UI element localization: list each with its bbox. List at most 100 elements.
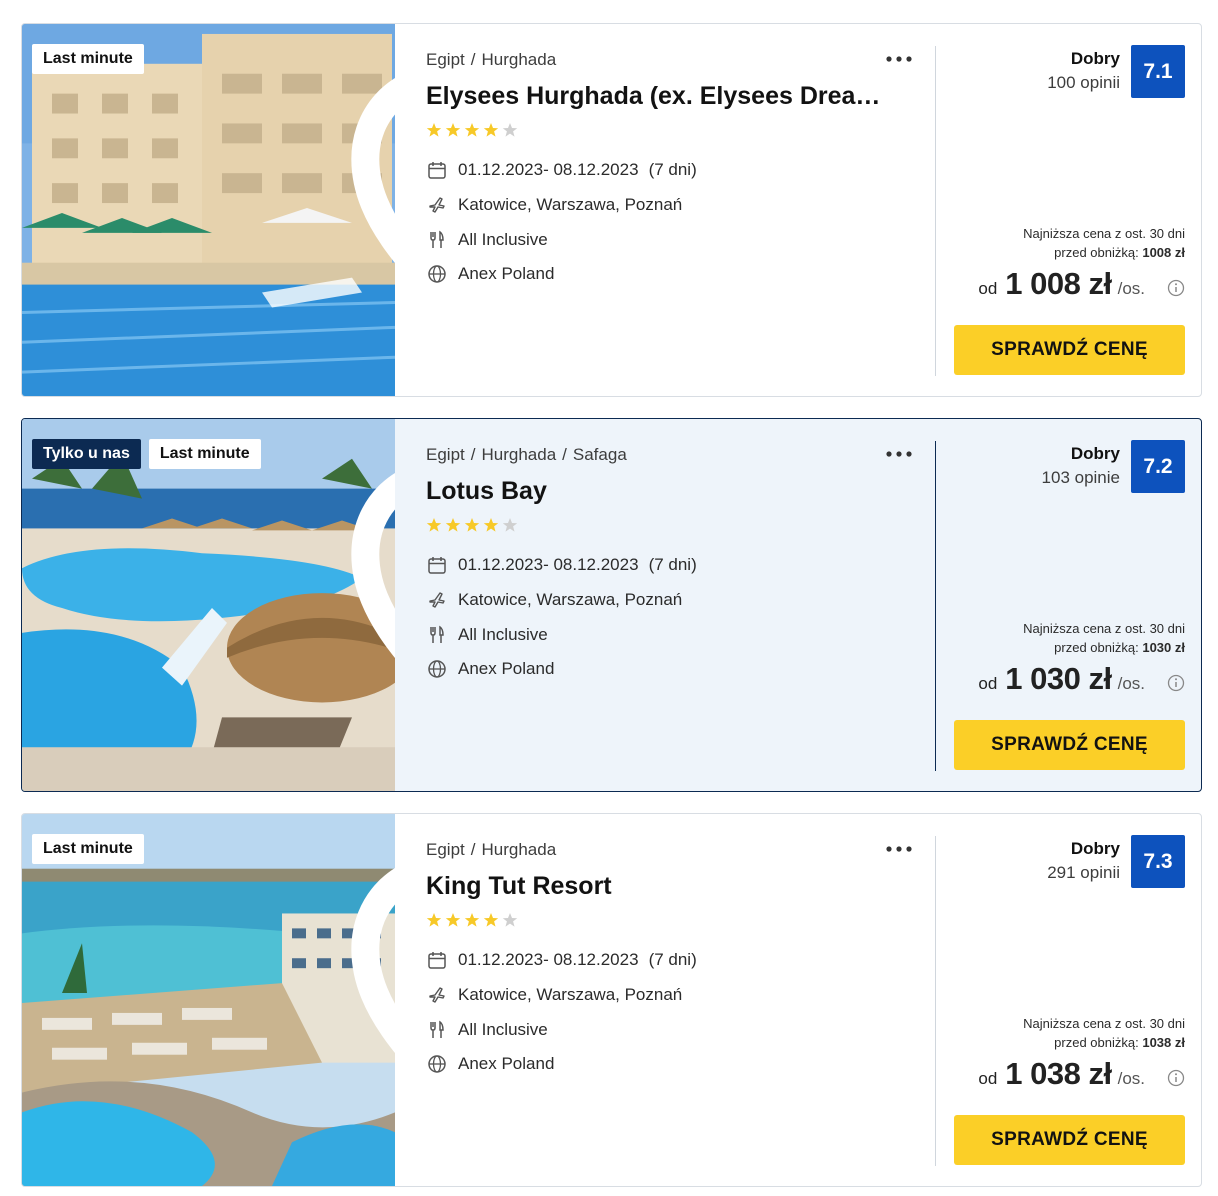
hotel-name[interactable]: Lotus Bay: [426, 477, 886, 506]
score-badge: 7.2: [1131, 440, 1185, 493]
departures-row: Katowice, Warszawa, Poznań: [426, 983, 682, 1007]
star-filled-icon: [426, 123, 442, 137]
hotel-photo[interactable]: Tylko u nas Last minute: [22, 419, 395, 791]
breadcrumb-country[interactable]: Egipt: [426, 50, 465, 69]
operator-row: Anex Poland: [426, 1052, 554, 1076]
rating[interactable]: Dobry 100 opinii 7.1: [1047, 45, 1185, 98]
hotel-name[interactable]: King Tut Resort: [426, 872, 886, 901]
lowest-price-value: 1038 zł: [1142, 1035, 1185, 1050]
duration-text: (7 dni): [648, 555, 697, 574]
star-filled-icon: [445, 518, 461, 532]
hotel-photo[interactable]: Last minute: [22, 24, 395, 396]
cutlery-icon: [426, 624, 448, 646]
lowest-price-note: Najniższa cena z ost. 30 dni przed obniż…: [1023, 1014, 1185, 1052]
badge-last-minute: Last minute: [32, 834, 144, 864]
price-prefix: od: [978, 1069, 998, 1088]
star-filled-icon: [464, 518, 480, 532]
lowest-price-note: Najniższa cena z ost. 30 dni przed obniż…: [1023, 224, 1185, 262]
lowest-price-value: 1030 zł: [1142, 640, 1185, 655]
star-filled-icon: [464, 123, 480, 137]
lowest-price-line: Najniższa cena z ost. 30 dni: [1023, 226, 1185, 241]
operator-row: Anex Poland: [426, 657, 554, 681]
star-filled-icon: [445, 913, 461, 927]
heart-icon[interactable]: [342, 43, 395, 396]
dates-row: 01.12.2023- 08.12.2023 (7 dni): [426, 948, 697, 972]
lowest-price-prefix: przed obniżką:: [1054, 640, 1139, 655]
info-icon[interactable]: [1167, 279, 1185, 297]
departures-text: Katowice, Warszawa, Poznań: [458, 985, 683, 1004]
score-badge: 7.3: [1131, 835, 1185, 888]
star-filled-icon: [483, 123, 499, 137]
breadcrumb-country[interactable]: Egipt: [426, 840, 465, 859]
more-dots-icon[interactable]: [884, 842, 914, 856]
departures-text: Katowice, Warszawa, Poznań: [458, 590, 683, 609]
board-text: All Inclusive: [458, 625, 548, 644]
divider: [935, 441, 936, 771]
calendar-icon: [426, 159, 448, 181]
globe-icon: [426, 263, 448, 285]
badges: Tylko u nas Last minute: [32, 439, 261, 469]
rating-label: Dobry: [1070, 839, 1120, 858]
badges: Last minute: [32, 44, 144, 74]
price: od 1 030 zł /os.: [978, 661, 1185, 697]
check-price-button[interactable]: SPRAWDŹ CENĘ: [954, 720, 1185, 770]
check-price-button[interactable]: SPRAWDŹ CENĘ: [954, 325, 1185, 375]
plane-icon: [426, 589, 448, 611]
price-suffix: /os.: [1117, 279, 1145, 298]
breadcrumb: Egipt / Hurghada: [426, 840, 557, 859]
board-text: All Inclusive: [458, 1020, 548, 1039]
price: od 1 008 zł /os.: [978, 266, 1185, 302]
star-empty-icon: [502, 123, 518, 137]
globe-icon: [426, 658, 448, 680]
board-row: All Inclusive: [426, 623, 548, 647]
offer-info: Egipt / Hurghada / Safaga Lotus Bay 01.12.20…: [426, 419, 912, 791]
star-filled-icon: [426, 518, 442, 532]
price-amount: 1 008 zł: [1005, 266, 1112, 301]
calendar-icon: [426, 554, 448, 576]
badge-last-minute: Last minute: [148, 439, 261, 469]
hotel-name[interactable]: Elysees Hurghada (ex. Elysees Dream Beac…: [426, 82, 886, 111]
check-price-button[interactable]: SPRAWDŹ CENĘ: [954, 1115, 1185, 1165]
price: od 1 038 zł /os.: [978, 1056, 1185, 1092]
hotel-photo[interactable]: Last minute: [22, 814, 395, 1186]
dates-text: 01.12.2023- 08.12.2023: [458, 950, 639, 969]
star-filled-icon: [464, 913, 480, 927]
more-dots-icon[interactable]: [884, 447, 914, 461]
offer-info: Egipt / Hurghada Elysees Hurghada (ex. Ely…: [426, 24, 912, 396]
rating-count[interactable]: 100 opinii: [1047, 73, 1120, 93]
star-rating: [426, 912, 518, 928]
price-amount: 1 038 zł: [1005, 1056, 1112, 1091]
breadcrumb-city[interactable]: Hurghada: [481, 445, 556, 464]
price-suffix: /os.: [1117, 1069, 1145, 1088]
offer-card[interactable]: Last minute Egipt / Hurghada King Tut Reso…: [21, 813, 1202, 1187]
heart-icon[interactable]: [342, 438, 395, 791]
breadcrumb-country[interactable]: Egipt: [426, 445, 465, 464]
dates-row: 01.12.2023- 08.12.2023 (7 dni): [426, 553, 697, 577]
divider: [935, 46, 936, 376]
star-filled-icon: [445, 123, 461, 137]
info-icon[interactable]: [1167, 674, 1185, 692]
rating[interactable]: Dobry 291 opinii 7.3: [1047, 835, 1185, 888]
offer-card[interactable]: Last minute Egipt / Hurghada Elysees Hurgh…: [21, 23, 1202, 397]
breadcrumb: Egipt / Hurghada / Safaga: [426, 445, 627, 464]
rating-count[interactable]: 103 opinie: [1042, 468, 1120, 488]
breadcrumb-city[interactable]: Hurghada: [481, 50, 556, 69]
heart-icon[interactable]: [342, 833, 395, 1186]
offer-card[interactable]: Tylko u nas Last minute Egipt / Hurghada / S…: [21, 418, 1202, 792]
info-icon[interactable]: [1167, 1069, 1185, 1087]
globe-icon: [426, 1053, 448, 1075]
rating[interactable]: Dobry 103 opinie 7.2: [1042, 440, 1185, 493]
score-badge: 7.1: [1131, 45, 1185, 98]
star-filled-icon: [483, 518, 499, 532]
breadcrumb-region[interactable]: Safaga: [573, 445, 627, 464]
operator-row: Anex Poland: [426, 262, 554, 286]
badge-last-minute: Last minute: [32, 44, 144, 74]
lowest-price-value: 1008 zł: [1142, 245, 1185, 260]
dates-text: 01.12.2023- 08.12.2023: [458, 555, 639, 574]
breadcrumb-city[interactable]: Hurghada: [481, 840, 556, 859]
rating-count[interactable]: 291 opinii: [1047, 863, 1120, 883]
offer-info: Egipt / Hurghada King Tut Resort 01.12.202…: [426, 814, 912, 1186]
more-dots-icon[interactable]: [884, 52, 914, 66]
operator-text: Anex Poland: [458, 264, 555, 283]
lowest-price-prefix: przed obniżką:: [1054, 1035, 1139, 1050]
